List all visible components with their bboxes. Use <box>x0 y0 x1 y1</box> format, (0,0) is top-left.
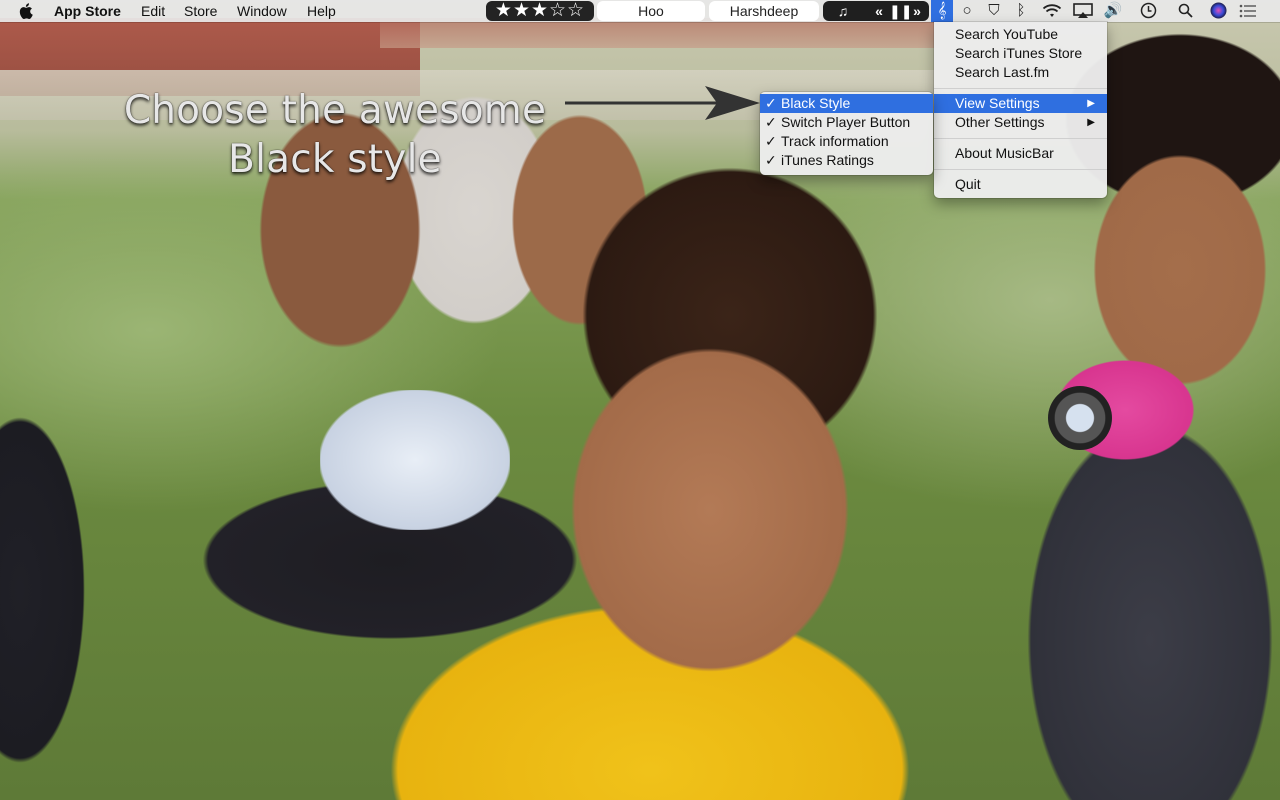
black-style-label: Black Style <box>781 95 851 111</box>
track-name[interactable]: Hoo <box>597 1 705 21</box>
about-musicbar-item[interactable]: About MusicBar <box>934 144 1107 163</box>
view-settings-label: View Settings <box>955 95 1040 111</box>
checkmark-icon: ✓ <box>765 133 777 149</box>
wallpaper-camera-lens <box>1048 386 1112 450</box>
menu-separator <box>934 138 1107 139</box>
submenu-arrow-icon: ▶ <box>1087 98 1095 109</box>
store-menu[interactable]: Store <box>184 0 217 22</box>
black-style-item[interactable]: ✓ Black Style <box>760 94 933 113</box>
window-menu[interactable]: Window <box>237 0 287 22</box>
musicbar-icon[interactable]: 𝄞 <box>931 0 953 22</box>
itunes-ratings-item[interactable]: ✓ iTunes Ratings <box>760 151 933 170</box>
spotlight-icon[interactable] <box>1174 0 1196 22</box>
switch-player-button-item[interactable]: ✓ Switch Player Button <box>760 113 933 132</box>
itunes-icon[interactable]: ♫ <box>825 1 861 21</box>
player-controls: ♫ « ❚❚ » <box>823 1 929 21</box>
rating-stars[interactable]: ★★★☆☆ <box>486 1 594 21</box>
edit-menu[interactable]: Edit <box>141 0 165 22</box>
itunes-ratings-label: iTunes Ratings <box>781 152 874 168</box>
track-information-label: Track information <box>781 133 889 149</box>
view-settings-item[interactable]: View Settings ▶ <box>934 94 1107 113</box>
shield-icon[interactable]: ⛉ <box>983 0 1005 22</box>
previous-track-button[interactable]: « <box>869 1 889 21</box>
view-settings-submenu: ✓ Black Style ✓ Switch Player Button ✓ T… <box>760 92 933 175</box>
checkmark-icon: ✓ <box>765 152 777 168</box>
checkmark-icon: ✓ <box>765 95 777 111</box>
wifi-icon[interactable] <box>1040 0 1064 22</box>
checkmark-icon: ✓ <box>765 114 777 130</box>
wallpaper-girl-face <box>520 300 900 720</box>
pause-button[interactable]: ❚❚ <box>889 1 912 21</box>
apple-menu-icon[interactable] <box>18 0 36 22</box>
track-information-item[interactable]: ✓ Track information <box>760 132 933 151</box>
notification-center-icon[interactable] <box>1237 0 1259 22</box>
help-menu[interactable]: Help <box>307 0 336 22</box>
volume-icon[interactable]: 🔊 <box>1101 0 1125 22</box>
quit-item[interactable]: Quit <box>934 175 1107 194</box>
siri-icon[interactable] <box>1207 0 1229 22</box>
other-settings-item[interactable]: Other Settings ▶ <box>934 113 1107 132</box>
menu-bar: App Store Edit Store Window Help ★★★☆☆ H… <box>0 0 1280 22</box>
app-menu[interactable]: App Store <box>54 0 121 22</box>
menu-separator <box>934 88 1107 89</box>
caption-line-1: Choose the awesome <box>123 88 547 133</box>
submenu-arrow-icon: ▶ <box>1087 117 1095 128</box>
airplay-icon[interactable] <box>1071 0 1095 22</box>
search-lastfm-item[interactable]: Search Last.fm <box>934 63 1107 82</box>
circle-icon[interactable]: ○ <box>956 0 978 22</box>
musicbar-dropdown-menu: Search YouTube Search iTunes Store Searc… <box>934 22 1107 198</box>
wallpaper-cloth <box>320 390 510 530</box>
search-youtube-item[interactable]: Search YouTube <box>934 25 1107 44</box>
bluetooth-icon[interactable]: ᛒ <box>1010 0 1032 22</box>
artist-name[interactable]: Harshdeep <box>709 1 819 21</box>
caption-arrow-icon <box>565 86 760 120</box>
next-track-button[interactable]: » <box>907 1 927 21</box>
clock-icon[interactable] <box>1137 0 1159 22</box>
promo-caption: Choose the awesome Black style <box>120 86 550 184</box>
switch-player-button-label: Switch Player Button <box>781 114 911 130</box>
search-itunes-store-item[interactable]: Search iTunes Store <box>934 44 1107 63</box>
menu-separator <box>934 169 1107 170</box>
caption-line-2: Black style <box>228 137 442 182</box>
other-settings-label: Other Settings <box>955 114 1045 130</box>
